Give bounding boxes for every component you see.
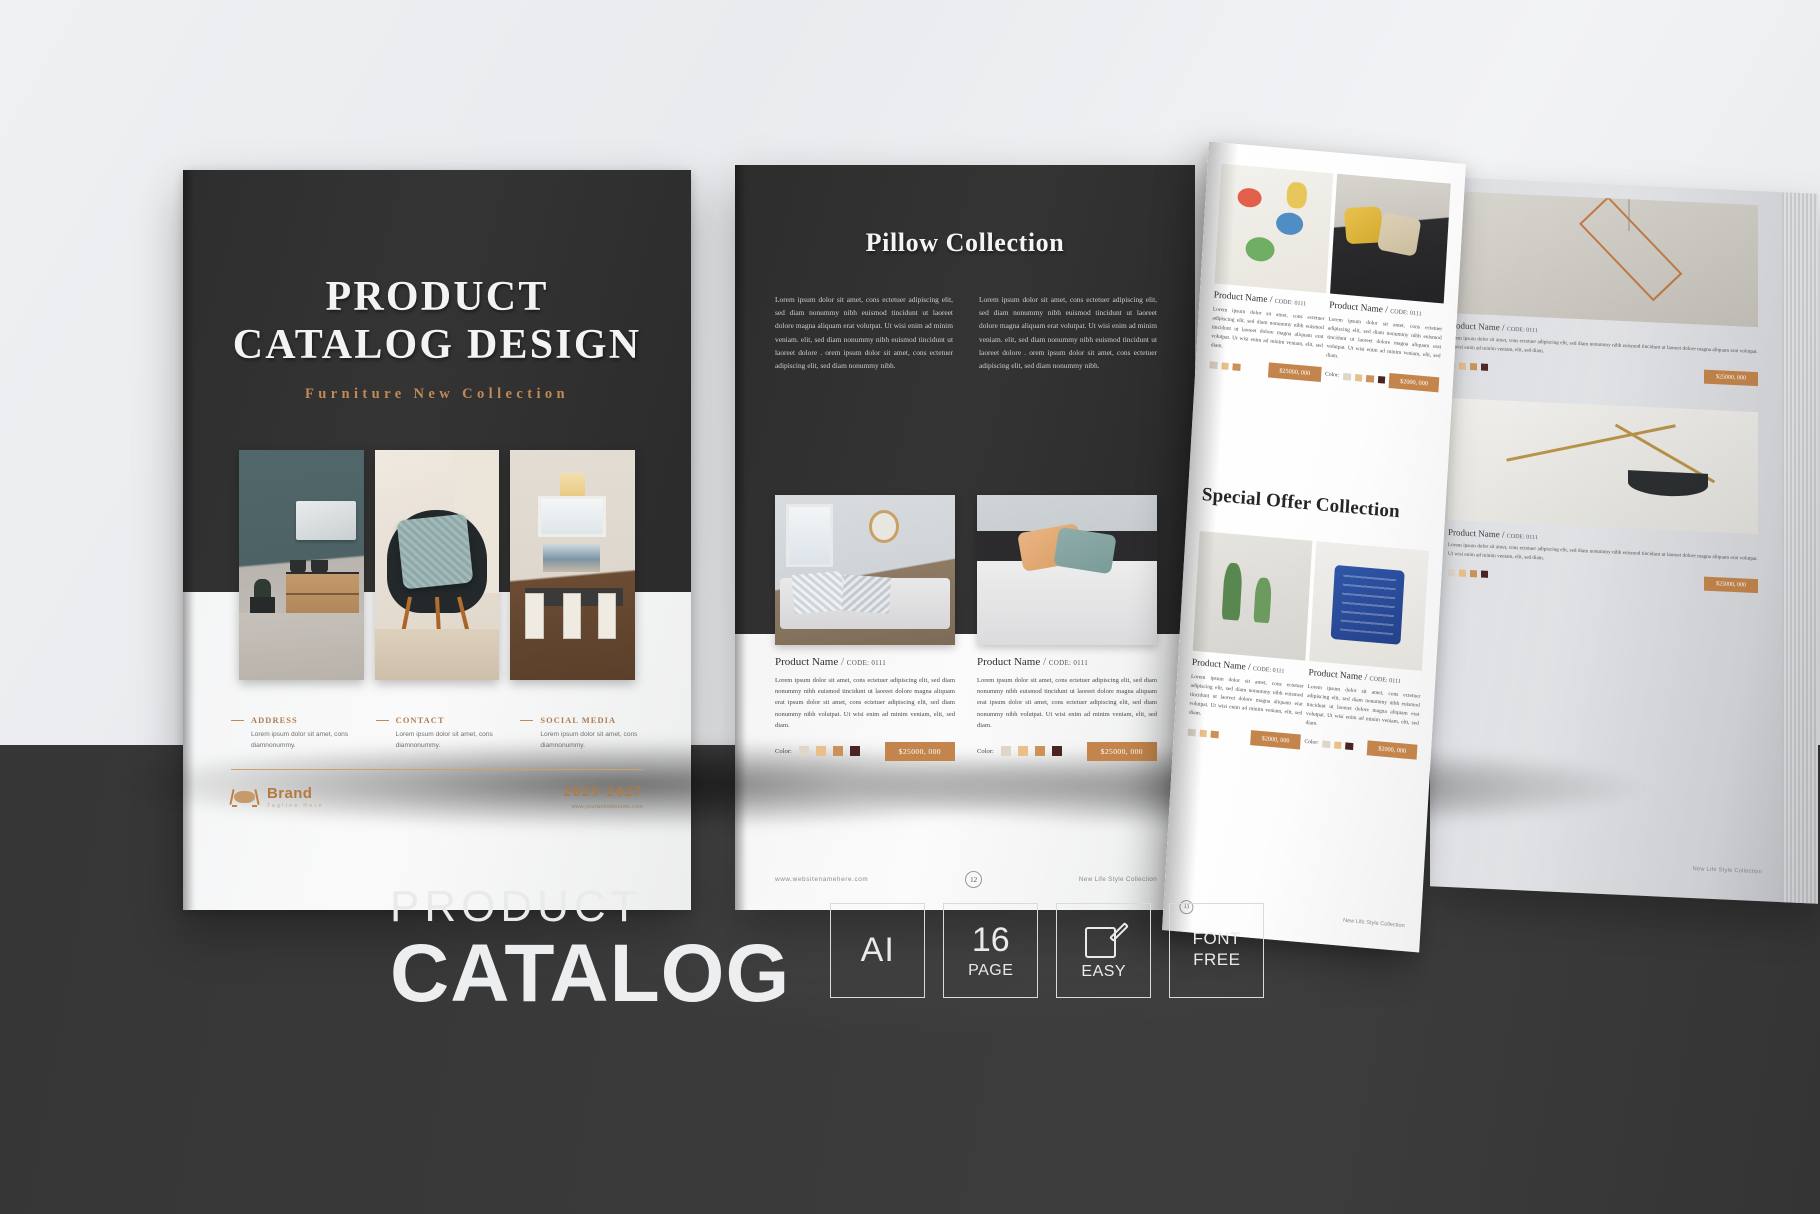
cover-info-title: ADDRESS [251,716,298,725]
pillow-collection-heading: Pillow Collection [865,228,1065,257]
swatch-1[interactable] [1187,728,1196,737]
spread-product-name: Product Name / CODE: 0111 [775,656,887,668]
curl-product-body: Lorem ipsum dolor sit amet, cons ectetue… [1326,316,1443,360]
curl-product-card: Product Name / CODE: 0111 Lorem ipsum do… [1209,163,1334,382]
swatch-3[interactable] [1470,569,1477,578]
back-page-row: Product Name / CODE: 0111 Lorem ipsum do… [1448,398,1758,594]
intro-paragraph-left: Lorem ipsum dolor sit amet, cons ectetue… [775,295,953,370]
price-button[interactable]: $25000, 000 [1704,576,1758,594]
curl-swatch-row: Color: $2000, 000 [1324,367,1440,393]
price-button[interactable]: $25000, 000 [1704,369,1758,387]
price-button[interactable]: $25000, 000 [1267,362,1322,382]
curl-product-row: Product Name / CODE: 0111 Lorem ipsum do… [1209,163,1451,393]
curl-product-card: Product Name / CODE: 0111 Lorem ipsum do… [1187,530,1313,750]
cover-info-head: ADDRESS [231,716,354,725]
swatch-1[interactable] [1448,568,1455,577]
curl-swatch-row: $25000, 000 [1209,357,1322,382]
curl-product-card: Product Name / CODE: 0111 Lorem ipsum do… [1304,541,1429,760]
swatch-4[interactable] [1377,375,1386,384]
living-room-pillows-photo [775,495,955,645]
swatch-2[interactable] [1459,362,1466,370]
gold-wall-lamp-photo [1448,398,1758,535]
cover-info-head: SOCIAL MEDIA [520,716,643,725]
curl-product-body: Lorem ipsum dolor sit amet, cons ectetue… [1210,306,1325,350]
page-count-badge[interactable]: 16 PAGE [943,902,1039,998]
cover-info-head: CONTACT [375,716,499,725]
spread-products: Product Name / CODE: 0111 Lorem ipsum do… [775,495,1157,761]
cover-title: PRODUCT CATALOG DESIGN [183,274,691,370]
swatch-3[interactable] [1470,362,1477,370]
swatch-4[interactable] [1481,363,1488,371]
cover-photo-strip [239,450,636,680]
font-free-badge[interactable]: FONT FREE [1169,902,1265,998]
copper-lamp-photo [1448,191,1758,328]
cactus-pillow-photo [1192,530,1313,661]
dash-icon [231,719,244,722]
banner-line-product: PRODUCT [390,882,643,931]
eames-chair-photo [374,450,500,680]
cover-info-title: SOCIAL MEDIA [540,716,617,725]
swatch-3[interactable] [1210,730,1219,739]
spread-intro: Lorem ipsum dolor sit amet, cons ectetue… [775,293,1157,372]
banner-line-catalog: CATALOG [390,928,791,1019]
spread-product-body: Lorem ipsum dolor sit amet, cons ectetue… [977,677,1157,729]
easy-badge[interactable]: EASY [1056,902,1152,998]
back-product-card: Product Name / CODE: 0111 Lorem ipsum do… [1448,191,1758,387]
swatch-2[interactable] [1199,729,1207,738]
spread-product-card: Product Name / CODE: 0111 Lorem ipsum do… [977,495,1157,761]
swatch-2[interactable] [1459,569,1466,577]
font-free-line2: FREE [1193,950,1241,969]
swatch-3[interactable] [1232,362,1241,372]
dash-icon [520,719,534,722]
ai-badge-label: AI [860,930,895,969]
banner-title: PRODUCT CATALOG [390,885,790,1015]
curl-row-bottom: Product Name / CODE: 0111 Lorem ipsum do… [1187,524,1429,760]
swatch-4[interactable] [1481,570,1488,578]
mockup-scene: Product Name / CODE: 0111 Lorem ipsum do… [0,0,1820,1214]
curl-heading-wrap: Special Offer Collection [1201,484,1432,526]
swatch-1[interactable] [1209,360,1218,370]
ai-badge[interactable]: AI [830,902,926,998]
curl-row-top: Product Name / CODE: 0111 Lorem ipsum do… [1209,157,1451,393]
cover-title-line1: PRODUCT [325,274,549,320]
curl-product-row: Product Name / CODE: 0111 Lorem ipsum do… [1187,530,1429,760]
swatch-2[interactable] [1354,373,1363,382]
blue-pillow-photo [1309,541,1429,671]
page-count-label: PAGE [968,961,1014,979]
floral-pillow-photo [1214,163,1334,294]
edit-pencil-icon [1084,920,1129,958]
curl-product-body: Lorem ipsum dolor sit amet, cons ectetue… [1188,673,1304,717]
cover-info-title: CONTACT [395,716,445,725]
back-page-row: Product Name / CODE: 0111 Lorem ipsum do… [1448,191,1758,387]
intro-paragraph-right: Lorem ipsum dolor sit amet, cons ectetue… [979,295,1157,370]
curl-product-body: Lorem ipsum dolor sit amet, cons ectetue… [1305,683,1421,727]
swatch-1[interactable] [1343,372,1352,381]
spread-product-body: Lorem ipsum dolor sit amet, cons ectetue… [775,677,955,729]
price-button[interactable]: $2000, 000 [1388,372,1440,393]
bathroom-photo [239,450,364,680]
banner-content: PRODUCT CATALOG AI 16 PAGE EASY FONT FRE… [390,885,1265,1015]
bed-pillows-photo [977,495,1157,645]
dining-room-photo [510,450,636,680]
feature-badges: AI 16 PAGE EASY FONT FREE [830,902,1265,998]
spread-product-card: Product Name / CODE: 0111 Lorem ipsum do… [775,495,955,761]
back-product-card: Product Name / CODE: 0111 Lorem ipsum do… [1448,398,1758,594]
swatch-2[interactable] [1220,361,1229,371]
dash-icon [375,719,389,722]
spread-product-name: Product Name / CODE: 0111 [977,656,1089,668]
sofa-pillows-photo [1329,173,1451,304]
curl-product-card: Product Name / CODE: 0111 Lorem ipsum do… [1324,173,1451,393]
cover-subtitle: Furniture New Collection [304,386,569,402]
bottom-banner: PRODUCT CATALOG AI 16 PAGE EASY FONT FRE… [0,745,1820,1214]
special-offer-heading: Special Offer Collection [1201,484,1401,523]
cover-title-line2: CATALOG DESIGN [232,321,642,368]
easy-badge-label: EASY [1081,962,1127,980]
page-count-number: 16 [971,920,1010,959]
back-page-grid: Product Name / CODE: 0111 Lorem ipsum do… [1448,191,1758,605]
font-free-line1: FONT [1192,929,1241,949]
color-label: Color: [1324,371,1340,379]
swatch-3[interactable] [1366,374,1374,383]
